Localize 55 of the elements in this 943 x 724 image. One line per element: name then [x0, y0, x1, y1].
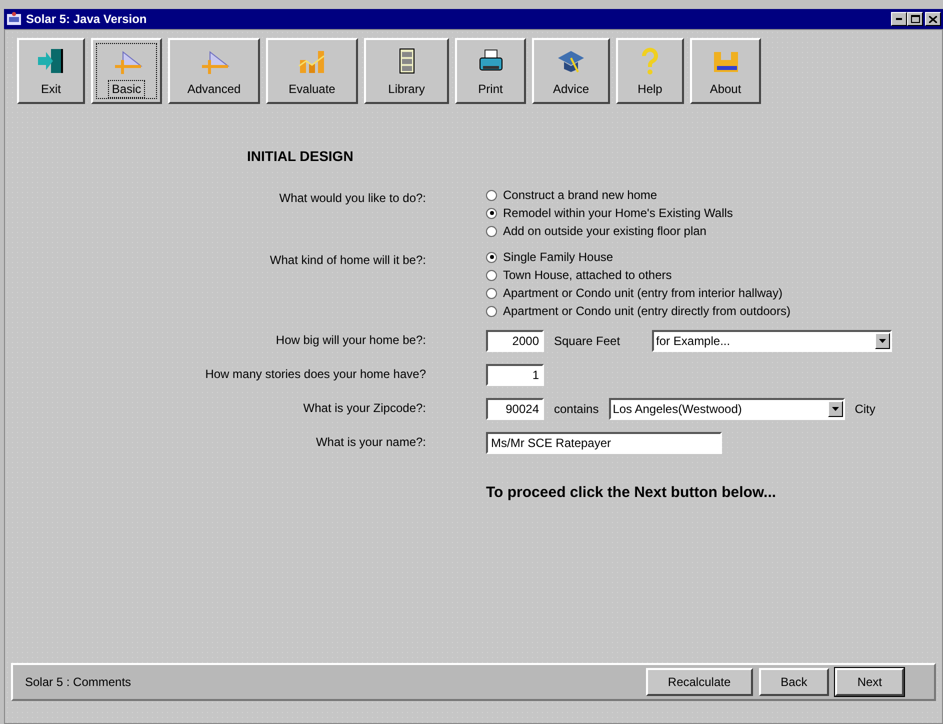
toolbar-button[interactable]: Exit — [17, 38, 85, 104]
maximize-icon — [910, 15, 920, 23]
input-field[interactable]: 1 — [486, 364, 544, 386]
toolbar-button[interactable]: Print — [455, 38, 526, 104]
dropdown[interactable]: for Example... — [652, 330, 892, 352]
status-text: Solar 5 : Comments — [25, 675, 132, 689]
input-field[interactable]: 2000 — [486, 330, 544, 352]
radio-option[interactable]: Single Family House — [486, 250, 942, 264]
app-icon — [6, 11, 22, 27]
minimize-icon — [896, 18, 902, 20]
caret-icon — [832, 407, 839, 411]
toolbar-button[interactable]: Evaluate — [266, 38, 358, 104]
toolbar-button[interactable]: Advanced — [168, 38, 260, 104]
dropdown[interactable]: Los Angeles(Westwood) — [608, 398, 845, 420]
window-title: Solar 5: Java Version — [26, 12, 148, 26]
input-field[interactable]: 90024 — [486, 398, 544, 420]
radio-option[interactable]: Remodel within your Home's Existing Walls — [486, 206, 942, 220]
radio-icon[interactable] — [486, 288, 497, 298]
toolbar-button[interactable]: Help — [616, 38, 684, 104]
footer-button[interactable]: Back — [758, 668, 830, 696]
question-label: What would you like to do?: — [278, 190, 426, 207]
toolbar-button[interactable]: Basic — [91, 38, 162, 104]
input-field[interactable]: Ms/Mr SCE Ratepayer — [486, 432, 722, 454]
question-label: How many stories does your home have? — [204, 366, 426, 383]
question-label: What kind of home will it be?: — [268, 252, 426, 269]
section-heading: INITIAL DESIGN — [247, 148, 354, 164]
radio-icon[interactable] — [486, 226, 497, 236]
maximize-button[interactable] — [907, 12, 923, 26]
toolbar-button[interactable]: Library — [364, 38, 449, 104]
footer-button[interactable]: Recalculate — [646, 668, 753, 696]
door-icon — [36, 46, 66, 76]
close-button[interactable] — [925, 12, 941, 26]
city-label: City — [854, 402, 876, 416]
footer-button[interactable]: Next — [835, 668, 904, 696]
radio-icon[interactable] — [486, 252, 497, 262]
radio-option[interactable]: Town House, attached to others — [486, 268, 942, 282]
radio-icon[interactable] — [486, 208, 497, 218]
radio-option[interactable]: Construct a brand new home — [486, 188, 942, 202]
question-label: How big will your home be?: — [274, 332, 426, 349]
close-icon — [929, 16, 937, 22]
radio-icon[interactable] — [486, 270, 497, 280]
toolbar-button[interactable]: Advice — [532, 38, 610, 104]
radio-option[interactable]: Add on outside your existing floor plan — [486, 224, 942, 238]
caret-icon — [879, 339, 886, 343]
radio-option[interactable]: Apartment or Condo unit (entry from interior hallway) — [486, 286, 942, 300]
contains-label: contains — [554, 402, 599, 416]
radio-icon[interactable] — [486, 306, 497, 316]
toolbar-button[interactable]: About — [690, 38, 761, 104]
radio-option[interactable]: Apartment or Condo unit (entry directly from outdoors) — [486, 304, 942, 318]
radio-icon[interactable] — [486, 190, 497, 200]
question-label: What is your name?: — [314, 434, 426, 451]
minimize-button[interactable] — [891, 12, 907, 26]
question-label: What is your Zipcode?: — [302, 400, 426, 417]
instruction-text: To proceed click the Next button below... — [486, 484, 778, 501]
unit-label: Square Feet — [554, 334, 620, 348]
